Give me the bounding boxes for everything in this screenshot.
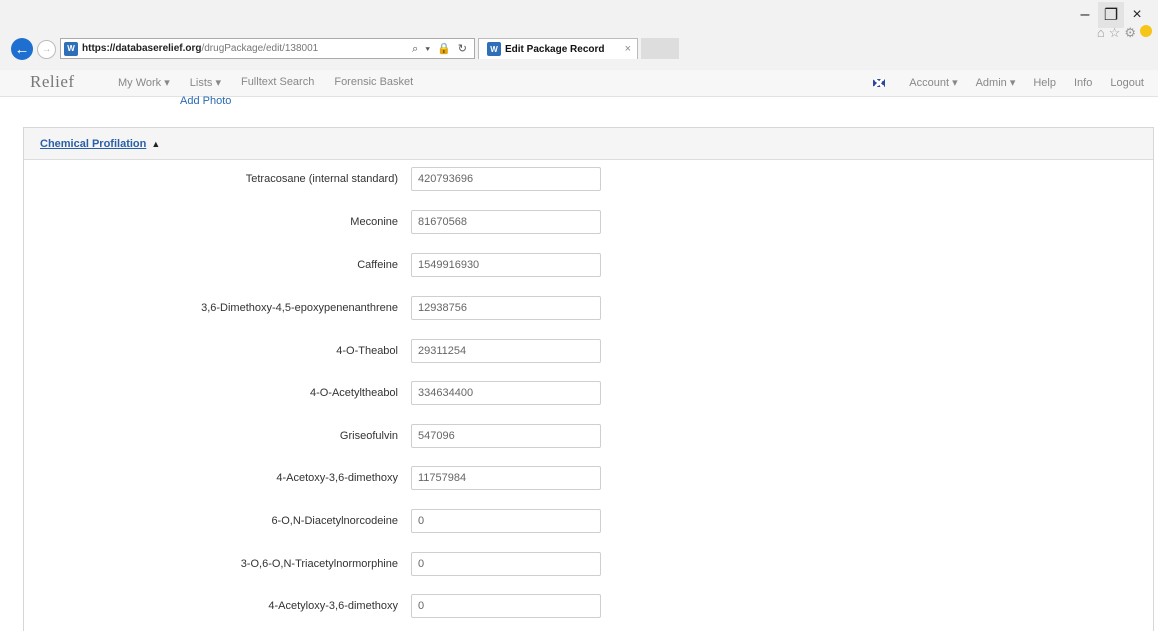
field-row: 4-Acetoxy-3,6-dimethoxy — [24, 465, 1155, 491]
field-label: Tetracosane (internal standard) — [245, 173, 398, 185]
tab-close-icon[interactable]: × — [625, 43, 637, 55]
field-label: Caffeine — [357, 259, 398, 271]
nav-lists[interactable]: Lists ▾ — [190, 76, 221, 89]
browser-toolbar-icons: ⌂ ☆ ⚙ — [1097, 25, 1152, 41]
url-host: https://databaserelief.org — [82, 43, 202, 54]
caffeine-input[interactable] — [411, 253, 601, 277]
address-actions-icons[interactable]: ⌕ ▾ 🔒 ↻ — [412, 42, 474, 56]
nav-fulltext-search[interactable]: Fulltext Search — [241, 76, 314, 89]
field-label: 4-Acetyloxy-3,6-dimethoxy — [268, 600, 398, 612]
browser-tab[interactable]: W Edit Package Record × — [478, 38, 638, 59]
field-label: 6-O,N-Diacetylnorcodeine — [271, 515, 398, 527]
field-label: Meconine — [350, 216, 398, 228]
star-icon[interactable]: ☆ — [1109, 25, 1121, 41]
field-label: 4-Acetoxy-3,6-dimethoxy — [276, 472, 398, 484]
tab-title: Edit Package Record — [505, 43, 605, 55]
field-row: 4-Acetyloxy-3,6-dimethoxy — [24, 593, 1155, 619]
nav-left-menu: My Work ▾ Lists ▾ Fulltext Search Forens… — [118, 76, 413, 89]
acetoxy-dimethoxy-input[interactable] — [411, 466, 601, 490]
field-row: 4-O-Acetyltheabol — [24, 380, 1155, 406]
field-row: Meconine — [24, 209, 1155, 235]
home-icon[interactable]: ⌂ — [1097, 25, 1105, 41]
minimize-button[interactable]: – — [1072, 2, 1098, 28]
panel-header[interactable]: Chemical Profilation ▲ — [24, 128, 1153, 160]
nav-info[interactable]: Info — [1074, 77, 1092, 89]
url-text[interactable]: https://databaserelief.org/drugPackage/e… — [82, 43, 412, 54]
forward-button[interactable]: → — [37, 40, 56, 59]
field-row: 3-O,6-O,N-Triacetylnormorphine — [24, 551, 1155, 577]
theabol-input[interactable] — [411, 339, 601, 363]
field-label: 3-O,6-O,N-Triacetylnormorphine — [240, 558, 398, 570]
dimethoxy-epoxy-input[interactable] — [411, 296, 601, 320]
field-label: 4-O-Theabol — [336, 345, 398, 357]
back-button[interactable]: ← — [11, 38, 33, 60]
collapse-caret-icon[interactable]: ▲ — [151, 139, 160, 149]
field-row: 6-O,N-Diacetylnorcodeine — [24, 508, 1155, 534]
tetracosane-input[interactable] — [411, 167, 601, 191]
triacetylnormorphine-input[interactable] — [411, 552, 601, 576]
site-favicon-icon: W — [64, 41, 78, 56]
browser-chrome: – ❐ × ⌂ ☆ ⚙ ← → W https://databaserelief… — [0, 0, 1158, 70]
field-label: 4-O-Acetyltheabol — [309, 387, 398, 399]
chemical-profilation-panel: Chemical Profilation ▲ Tetracosane (inte… — [23, 127, 1154, 631]
language-flag-icon[interactable] — [873, 78, 886, 87]
app-navbar: Relief My Work ▾ Lists ▾ Fulltext Search… — [0, 70, 1158, 97]
nav-my-work[interactable]: My Work ▾ — [118, 76, 170, 89]
nav-help[interactable]: Help — [1033, 77, 1056, 89]
diacetylnorcodeine-input[interactable] — [411, 509, 601, 533]
smiley-icon[interactable] — [1140, 25, 1152, 37]
nav-account[interactable]: Account ▾ — [909, 76, 957, 89]
field-label: 3,6-Dimethoxy-4,5-epoxypenenanthrene — [201, 302, 398, 314]
acetyloxy-dimethoxy-input[interactable] — [411, 594, 601, 618]
nav-forensic-basket[interactable]: Forensic Basket — [334, 76, 413, 89]
field-row: 3,6-Dimethoxy-4,5-epoxypenenanthrene — [24, 295, 1155, 321]
field-row: 4-O-Theabol — [24, 338, 1155, 364]
gear-icon[interactable]: ⚙ — [1124, 25, 1136, 41]
field-row: Caffeine — [24, 252, 1155, 278]
url-path: /drugPackage/edit/138001 — [201, 43, 319, 54]
nav-right-menu: Account ▾ Admin ▾ Help Info Logout — [873, 76, 1144, 89]
field-label: Griseofulvin — [339, 430, 398, 442]
new-tab-button[interactable] — [641, 38, 679, 59]
acetyltheabol-input[interactable] — [411, 381, 601, 405]
address-bar[interactable]: W https://databaserelief.org/drugPackage… — [60, 38, 475, 59]
tab-favicon-icon: W — [487, 42, 501, 56]
brand-logo[interactable]: Relief — [30, 72, 75, 92]
field-row: Griseofulvin — [24, 423, 1155, 449]
nav-logout[interactable]: Logout — [1110, 77, 1144, 89]
griseofulvin-input[interactable] — [411, 424, 601, 448]
nav-admin[interactable]: Admin ▾ — [976, 76, 1016, 89]
panel-title[interactable]: Chemical Profilation — [40, 138, 146, 150]
add-photo-link[interactable]: Add Photo — [180, 96, 231, 110]
field-row: Tetracosane (internal standard) — [24, 166, 1155, 192]
meconine-input[interactable] — [411, 210, 601, 234]
